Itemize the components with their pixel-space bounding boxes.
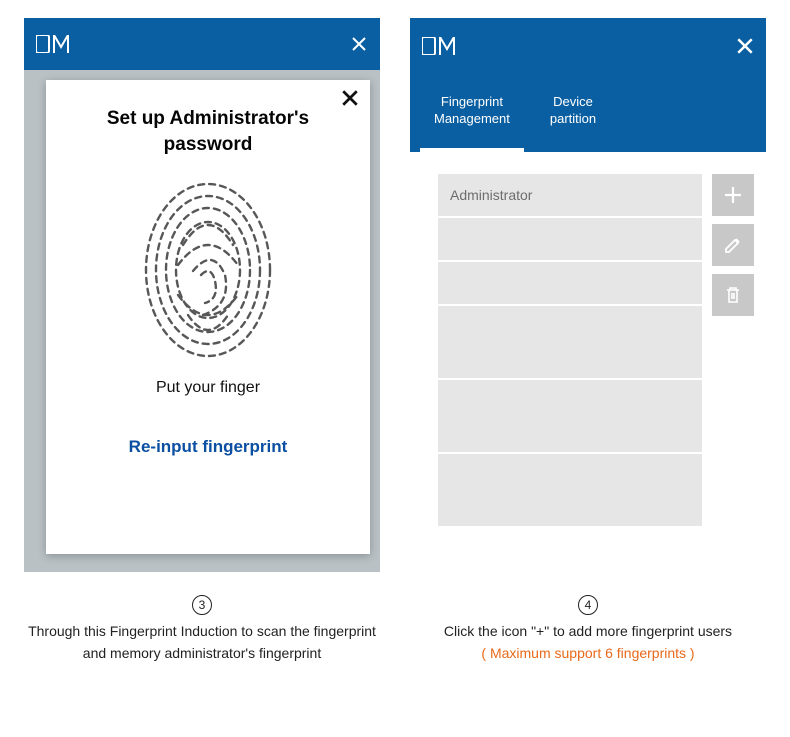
reinput-fingerprint-link[interactable]: Re-input fingerprint: [66, 437, 350, 457]
close-icon[interactable]: [348, 33, 370, 55]
fingerprint-list-area: Administrator: [410, 152, 766, 538]
list-item[interactable]: Administrator: [438, 174, 702, 216]
step-number: 4: [578, 595, 598, 615]
caption-step-3: 3 Through this Fingerprint Induction to …: [24, 594, 380, 665]
fingerprint-icon: [66, 175, 350, 365]
dm-logo: [422, 37, 458, 55]
step-number: 3: [192, 595, 212, 615]
screenshot-step-3: Set up Administrator's password Put your…: [24, 18, 380, 572]
list-item[interactable]: [438, 218, 702, 260]
tab-bar: Fingerprint Management Device partition: [410, 74, 766, 152]
list-item[interactable]: [438, 262, 702, 304]
modal-title: Set up Administrator's password: [66, 106, 350, 157]
tab-fingerprint-management[interactable]: Fingerprint Management: [420, 84, 524, 152]
dm-logo: [36, 35, 72, 53]
delete-button[interactable]: [712, 274, 754, 316]
titlebar: [410, 18, 766, 74]
list-item[interactable]: [438, 454, 702, 526]
close-icon[interactable]: [734, 35, 756, 57]
caption-text: Click the icon "+" to add more fingerpri…: [444, 623, 732, 639]
tab-device-partition[interactable]: Device partition: [536, 84, 610, 152]
fingerprint-list: Administrator: [438, 174, 702, 526]
close-icon[interactable]: [338, 86, 362, 110]
edit-button[interactable]: [712, 224, 754, 266]
caption-warning: ( Maximum support 6 fingerprints ): [481, 645, 694, 661]
list-action-buttons: [712, 174, 754, 526]
caption-text: Through this Fingerprint Induction to sc…: [28, 623, 376, 661]
list-item[interactable]: [438, 380, 702, 452]
put-finger-label: Put your finger: [66, 379, 350, 397]
titlebar: [24, 18, 380, 70]
list-item[interactable]: [438, 306, 702, 378]
setup-admin-modal: Set up Administrator's password Put your…: [46, 80, 370, 554]
list-item-label: Administrator: [450, 187, 532, 203]
caption-step-4: 4 Click the icon "+" to add more fingerp…: [410, 594, 766, 665]
add-button[interactable]: [712, 174, 754, 216]
screenshot-step-4: Fingerprint Management Device partition …: [410, 18, 766, 572]
